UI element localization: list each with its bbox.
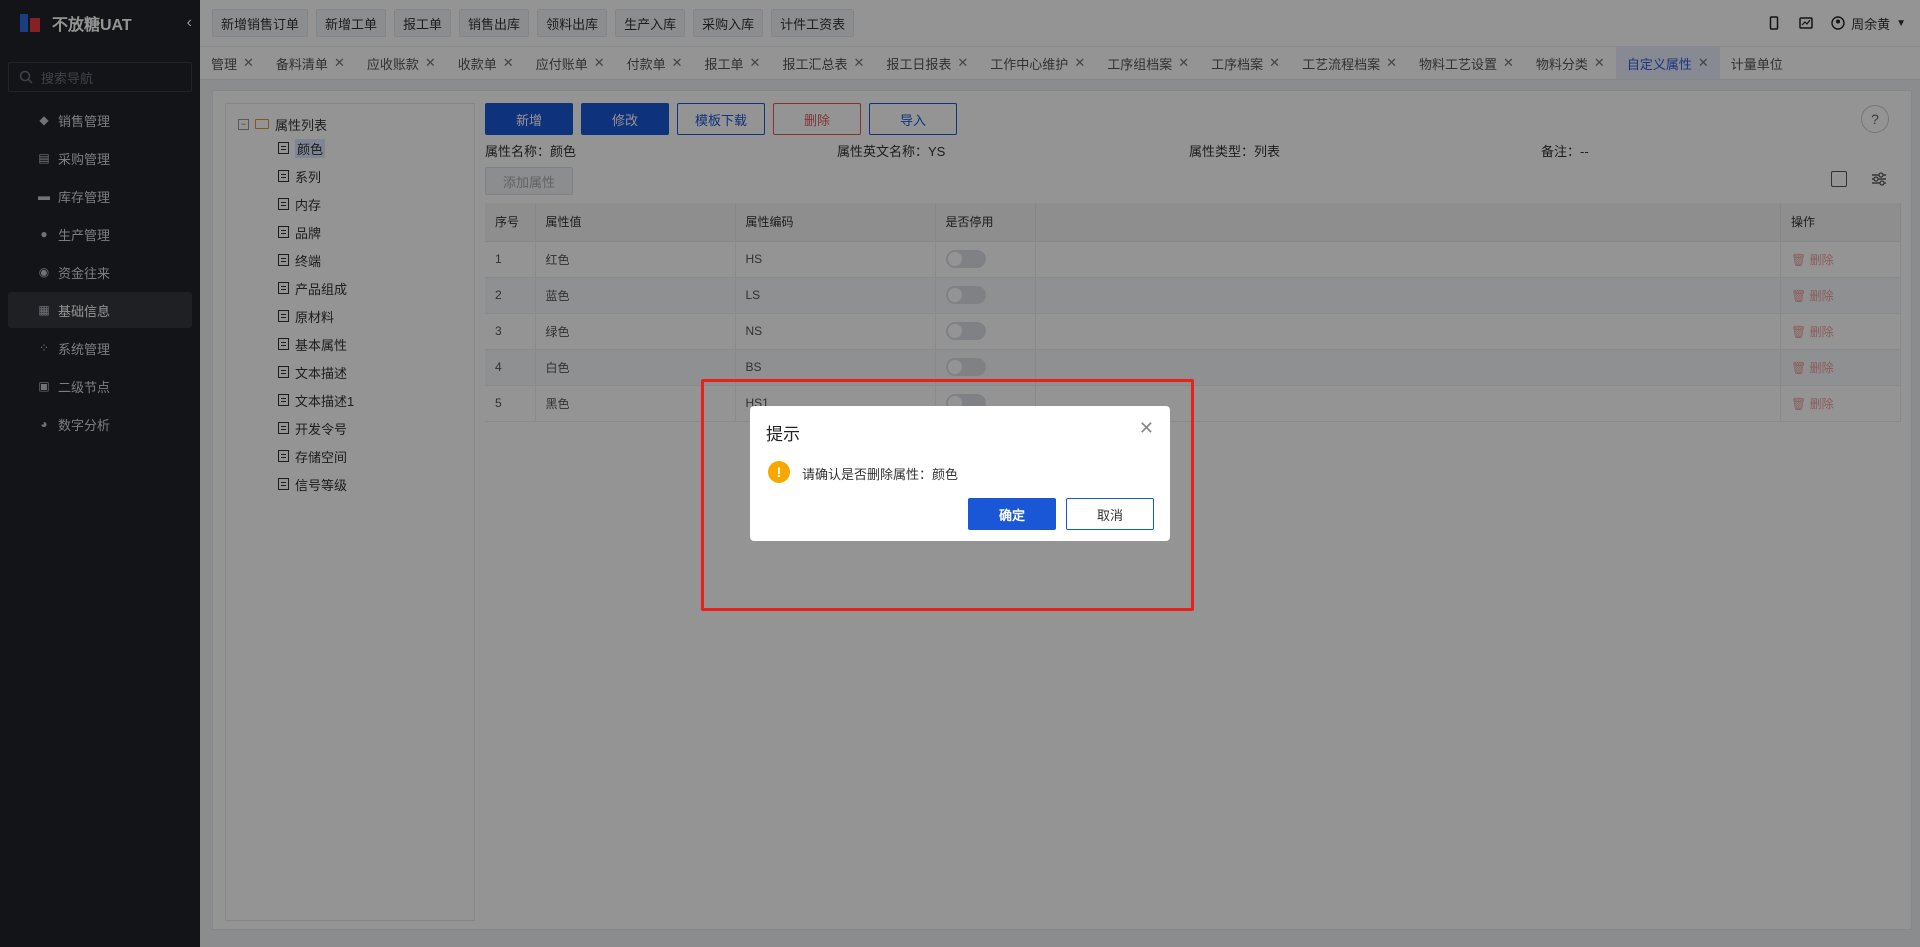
- dialog-message: 请确认是否删除属性：颜色: [802, 467, 959, 482]
- confirm-dialog: 提示 ✕ ! 请确认是否删除属性：颜色 确定 取消: [750, 406, 1170, 541]
- warning-icon: !: [768, 461, 790, 483]
- close-icon[interactable]: ✕: [1139, 418, 1154, 439]
- confirm-button[interactable]: 确定: [968, 498, 1056, 530]
- cancel-button[interactable]: 取消: [1066, 498, 1154, 530]
- dialog-title: 提示: [766, 425, 800, 444]
